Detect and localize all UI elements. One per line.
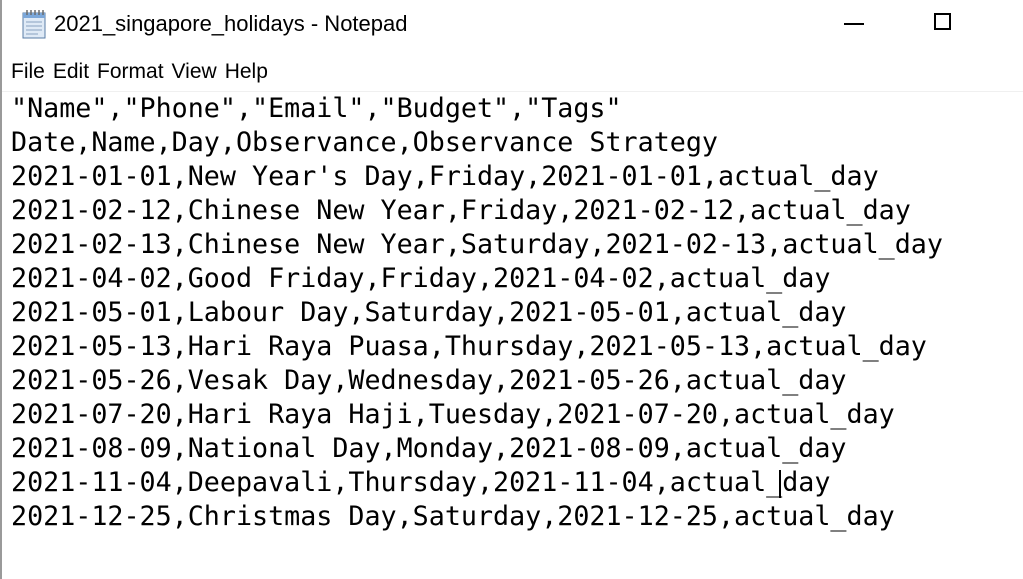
text-line: "Name","Phone","Email","Budget","Tags" bbox=[11, 93, 622, 124]
text-line: 2021-12-25,Christmas Day,Saturday,2021-1… bbox=[11, 501, 895, 532]
text-line: 2021-02-13,Chinese New Year,Saturday,202… bbox=[11, 229, 943, 260]
menu-edit[interactable]: Edit bbox=[49, 56, 93, 88]
text-line: 2021-02-12,Chinese New Year,Friday,2021-… bbox=[11, 195, 911, 226]
menu-view[interactable]: View bbox=[168, 56, 221, 88]
text-line: 2021-05-13,Hari Raya Puasa,Thursday,2021… bbox=[11, 331, 927, 362]
menu-file[interactable]: File bbox=[2, 56, 49, 88]
maximize-icon bbox=[934, 13, 951, 30]
maximize-button[interactable] bbox=[920, 0, 966, 48]
text-line: 2021-11-04,Deepavali,Thursday,2021-11-04… bbox=[11, 467, 831, 498]
text-line: 2021-07-20,Hari Raya Haji,Tuesday,2021-0… bbox=[11, 399, 895, 430]
window-title: 2021_singapore_holidays - Notepad bbox=[54, 11, 408, 36]
minimize-icon bbox=[844, 23, 864, 25]
text-caret bbox=[779, 470, 781, 498]
text-line: Date,Name,Day,Observance,Observance Stra… bbox=[11, 127, 718, 158]
notepad-window: 2021_singapore_holidays - Notepad File E… bbox=[0, 0, 1023, 579]
text-line: 2021-01-01,New Year's Day,Friday,2021-01… bbox=[11, 161, 879, 192]
menu-help[interactable]: Help bbox=[221, 56, 272, 88]
notepad-icon bbox=[22, 10, 46, 39]
minimize-button[interactable] bbox=[830, 0, 876, 48]
text-line: 2021-05-01,Labour Day,Saturday,2021-05-0… bbox=[11, 297, 847, 328]
menu-format[interactable]: Format bbox=[93, 56, 168, 88]
text-line: 2021-08-09,National Day,Monday,2021-08-0… bbox=[11, 433, 847, 464]
text-line: 2021-05-26,Vesak Day,Wednesday,2021-05-2… bbox=[11, 365, 847, 396]
text-editor[interactable]: "Name","Phone","Email","Budget","Tags" D… bbox=[2, 92, 1023, 579]
menu-bar: File Edit Format View Help bbox=[2, 56, 1023, 88]
title-bar[interactable]: 2021_singapore_holidays - Notepad bbox=[2, 0, 1023, 48]
text-line: 2021-04-02,Good Friday,Friday,2021-04-02… bbox=[11, 263, 831, 294]
